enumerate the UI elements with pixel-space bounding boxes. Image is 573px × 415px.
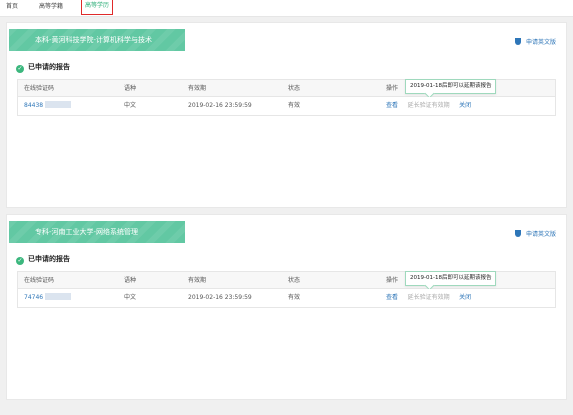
close-link[interactable]: 关闭 [459,294,471,301]
verification-code[interactable]: 74746 [24,289,72,307]
header-expiry: 有效期 [188,277,207,284]
extend-tooltip: 2019-01-18后即可以延期该报告 [405,271,497,286]
header-status: 状态 [288,277,301,284]
header-actions: 操作 [386,277,399,284]
table-row: 74746 中文 2019-02-16 23:59:59 有效 查看 延长验证有… [18,289,555,307]
degree-banner-text: 本科-黄河科技学院-计算机科学与技术 [35,36,153,44]
expiry-value: 2019-02-16 23:59:59 [188,102,252,109]
tab-home[interactable]: 首页 [6,2,18,14]
extend-link[interactable]: 延长验证有效期 [408,294,450,301]
degree-banner: 专科-河南工业大学-网络系统管理 [9,221,185,243]
extend-tooltip: 2019-01-18后即可以延期该报告 [405,79,497,94]
expiry-value: 2019-02-16 23:59:59 [188,294,252,301]
section-title: ✓ 已申请的报告 [16,63,70,73]
apply-english-label: 申请英文版 [525,231,556,238]
tab-higher-enrollment[interactable]: 高等学籍 [39,2,63,14]
shield-icon [514,230,521,237]
tab-higher-degree[interactable]: 高等学历 [81,0,114,15]
status-value: 有效 [288,294,301,301]
masked-code [45,293,72,300]
masked-code [45,101,72,108]
top-navigation: 首页 高等学籍 高等学历 [0,0,573,17]
shield-icon [514,38,521,45]
report-table: 在线验证码 语种 有效期 状态 操作 2019-01-18后即可以延期该报告 7… [17,271,556,308]
report-card-1: 本科-黄河科技学院-计算机科学与技术 申请英文版 ✓ 已申请的报告 在线验证码 语… [6,22,567,208]
language-value: 中文 [124,294,137,301]
table-header: 在线验证码 语种 有效期 状态 操作 2019-01-18后即可以延期该报告 [18,271,555,289]
check-circle-icon: ✓ [16,257,24,265]
header-actions: 操作 [386,85,399,92]
check-circle-icon: ✓ [16,65,24,73]
apply-english-link[interactable]: 申请英文版 [514,229,556,238]
section-title-text: 已申请的报告 [28,255,70,263]
header-status: 状态 [288,85,301,92]
close-link[interactable]: 关闭 [459,102,471,109]
actions-cell: 查看 延长验证有效期 关闭 [386,97,471,115]
header-expiry: 有效期 [188,85,207,92]
report-card-2: 专科-河南工业大学-网络系统管理 申请英文版 ✓ 已申请的报告 在线验证码 语种 … [6,214,567,400]
header-language: 语种 [124,85,137,92]
header-code: 在线验证码 [24,277,55,284]
table-header: 在线验证码 语种 有效期 状态 操作 2019-01-18后即可以延期该报告 [18,79,555,97]
header-code: 在线验证码 [24,85,55,92]
report-table: 在线验证码 语种 有效期 状态 操作 2019-01-18后即可以延期该报告 8… [17,79,556,116]
header-language: 语种 [124,277,137,284]
degree-banner: 本科-黄河科技学院-计算机科学与技术 [9,29,185,51]
status-value: 有效 [288,102,301,109]
actions-cell: 查看 延长验证有效期 关闭 [386,289,471,307]
section-title-text: 已申请的报告 [28,63,70,71]
table-row: 84438 中文 2019-02-16 23:59:59 有效 查看 延长验证有… [18,97,555,115]
extend-link[interactable]: 延长验证有效期 [408,102,450,109]
apply-english-label: 申请英文版 [525,39,556,46]
language-value: 中文 [124,102,137,109]
verification-code-text: 74746 [24,294,44,301]
degree-banner-text: 专科-河南工业大学-网络系统管理 [35,228,139,236]
section-title: ✓ 已申请的报告 [16,255,70,265]
apply-english-link[interactable]: 申请英文版 [514,37,556,46]
verification-code[interactable]: 84438 [24,97,72,115]
verification-code-text: 84438 [24,102,44,109]
view-link[interactable]: 查看 [386,294,398,301]
view-link[interactable]: 查看 [386,102,398,109]
